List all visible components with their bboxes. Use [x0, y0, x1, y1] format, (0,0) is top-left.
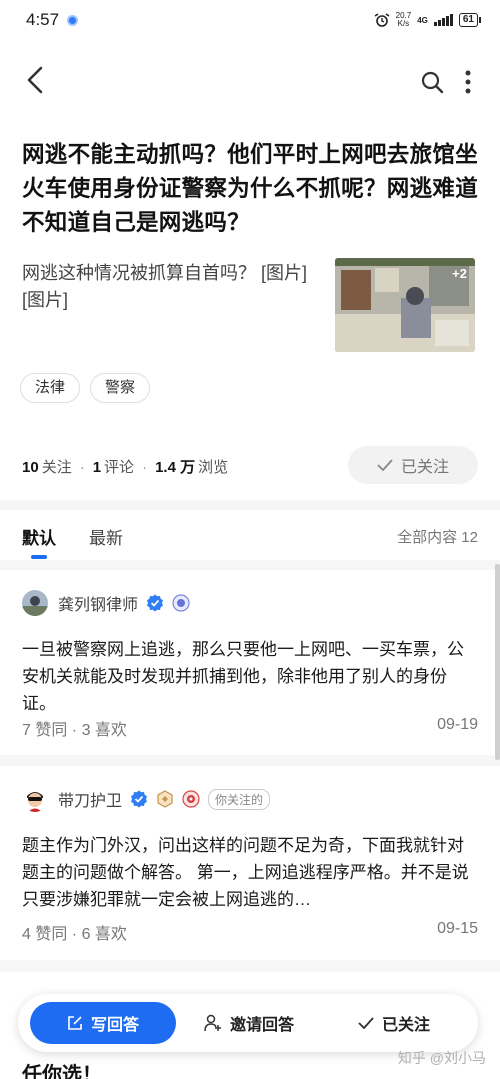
- tab-latest[interactable]: 最新: [89, 524, 123, 549]
- checkmark-icon: [377, 459, 393, 471]
- verified-icon: [131, 790, 148, 808]
- answer-meta: 7 赞同 · 3 喜欢: [22, 722, 127, 739]
- image-count-badge: +2: [452, 266, 467, 281]
- question-card: 网逃不能主动抓吗？他们平时上网吧去旅馆坐火车使用身份证警察为什么不抓呢？网逃难道…: [0, 120, 500, 500]
- signal-icon: [433, 14, 453, 26]
- followed-by-you-tag: 你关注的: [208, 788, 271, 810]
- creator-badge-icon: [172, 594, 190, 612]
- stat-separator: ·: [79, 459, 85, 476]
- active-tab-indicator: [31, 555, 47, 559]
- verified-icon: [147, 594, 164, 612]
- follow-label: 关注: [41, 459, 72, 476]
- status-time: 4:57: [26, 10, 60, 29]
- answer-excerpt[interactable]: 题主作为门外汉，问出这样的问题不足为奇，下面我就针对题主的问题做个解答。 第一，…: [22, 832, 474, 913]
- view-count: 1.4 万: [155, 459, 196, 476]
- top-nav: [0, 40, 500, 120]
- invite-answer-button[interactable]: 邀请回答: [204, 1011, 294, 1035]
- avatar[interactable]: [22, 590, 48, 616]
- question-tags: 法律 警察: [20, 373, 151, 403]
- invite-user-icon: [204, 1014, 221, 1032]
- stat-separator: ·: [142, 459, 148, 476]
- level-badge-icon: [157, 790, 173, 808]
- status-indicators: 20.7 K/s 4G 61: [374, 11, 482, 28]
- checkmark-icon: [358, 1017, 374, 1029]
- avatar[interactable]: [22, 786, 48, 812]
- tag-law[interactable]: 法律: [20, 373, 81, 403]
- author-name[interactable]: 带刀护卫: [58, 787, 122, 811]
- write-answer-label: 写回答: [90, 1017, 139, 1034]
- followed-action-label: 已关注: [382, 1017, 431, 1034]
- answer-author[interactable]: 带刀护卫 你关注的: [22, 786, 271, 812]
- edit-icon: [68, 1016, 82, 1030]
- search-icon[interactable]: [420, 70, 444, 94]
- scrollbar[interactable]: [495, 564, 500, 760]
- watermark: 知乎 @刘小马: [397, 1050, 486, 1066]
- answer-date: 09-15: [437, 920, 478, 937]
- achievement-badge-icon: [182, 790, 200, 808]
- tab-default[interactable]: 默认: [22, 524, 56, 549]
- notification-dot-icon: [67, 14, 79, 26]
- comment-label[interactable]: 评论: [104, 456, 134, 477]
- question-detail[interactable]: 网逃这种情况被抓算自首吗？ [图片] [图片]: [22, 260, 314, 314]
- question-image[interactable]: +2: [335, 258, 475, 352]
- network-speed: 20.7 K/s: [395, 11, 412, 28]
- answer-excerpt[interactable]: 任你选！: [22, 1058, 102, 1079]
- more-options-icon[interactable]: [462, 70, 474, 94]
- tag-police[interactable]: 警察: [90, 373, 151, 403]
- network-type: 4G: [417, 15, 428, 25]
- avatar-image: [22, 590, 48, 616]
- bottom-action-bar: 写回答 邀请回答 已关注: [18, 994, 478, 1052]
- status-bar: 4:57 20.7 K/s 4G 61: [0, 0, 500, 40]
- answer-author[interactable]: 龚列钢律师: [22, 590, 190, 616]
- followed-button[interactable]: 已关注: [348, 446, 478, 484]
- answer-card[interactable]: 龚列钢律师 一旦被警察网上追逃，那么只要他一上网吧、一买车票，公安机关就能及时发…: [0, 564, 500, 760]
- question-stats: 10 关注 · 1 评论 · 1.4 万 浏览: [22, 456, 228, 477]
- avatar-image: [22, 786, 48, 812]
- answer-date: 09-19: [437, 716, 478, 733]
- follow-count: 10: [22, 459, 39, 476]
- author-name[interactable]: 龚列钢律师: [58, 591, 138, 615]
- invite-answer-label: 邀请回答: [230, 1017, 295, 1034]
- sort-tabs: 默认 最新 全部内容 12: [0, 510, 500, 560]
- followed-action-button[interactable]: 已关注: [358, 1011, 430, 1035]
- view-label: 浏览: [198, 459, 229, 476]
- back-arrow-icon[interactable]: [24, 66, 48, 94]
- answer-excerpt[interactable]: 一旦被警察网上追逃，那么只要他一上网吧、一买车票，公安机关就能及时发现并抓捕到他…: [22, 636, 474, 717]
- answer-card[interactable]: 带刀护卫 你关注的 题主作为门外汉，问出这样的问题不足为奇，下面我就针对题主的问…: [0, 766, 500, 960]
- write-answer-button[interactable]: 写回答: [30, 1002, 176, 1044]
- comment-count: 1: [92, 459, 102, 476]
- answer-meta: 4 赞同 · 6 喜欢: [22, 926, 127, 943]
- battery-icon: 61: [458, 13, 482, 27]
- followed-label: 已关注: [400, 459, 449, 476]
- alarm-icon: [374, 13, 390, 27]
- total-content-count: 全部内容 12: [397, 529, 478, 546]
- question-title: 网逃不能主动抓吗？他们平时上网吧去旅馆坐火车使用身份证警察为什么不抓呢？网逃难道…: [22, 142, 479, 235]
